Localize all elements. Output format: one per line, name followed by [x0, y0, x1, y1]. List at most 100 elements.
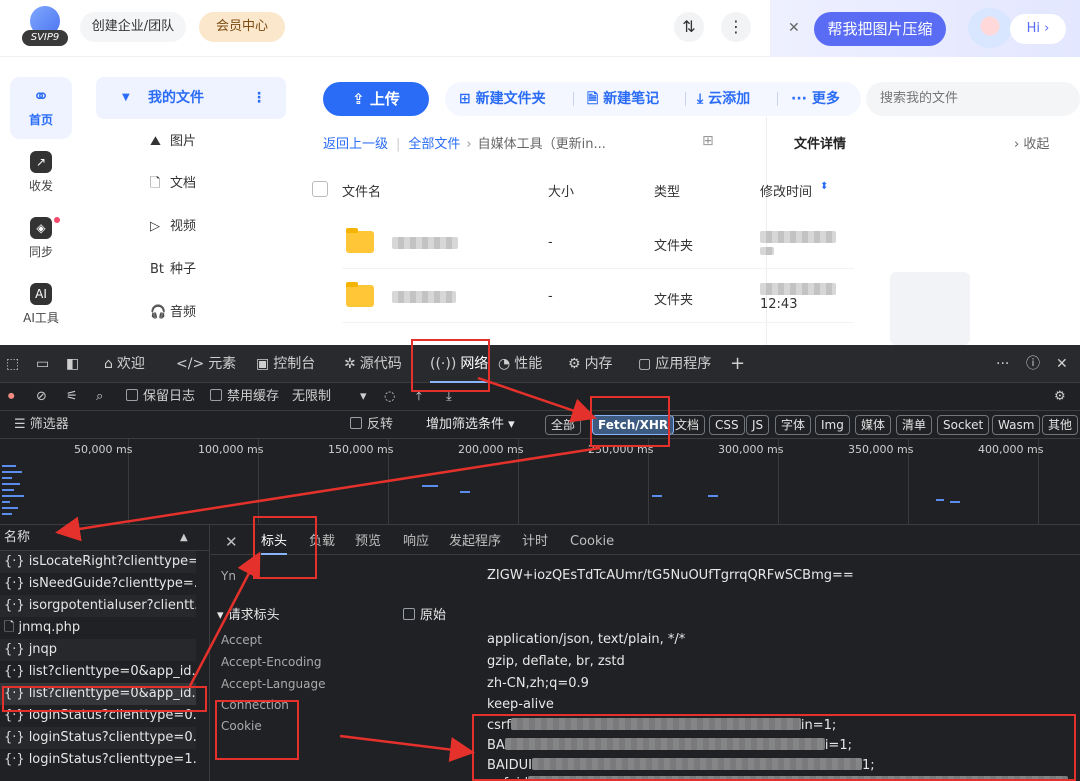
request-headers-section[interactable]: ▾ 请求标头 — [217, 604, 280, 623]
tab-sources[interactable]: ✲ 源代码 — [344, 345, 402, 383]
export-icon[interactable]: ⤓ — [446, 383, 452, 411]
request-row[interactable]: 🗋 jnmq.php — [0, 617, 196, 639]
request-row[interactable]: {·} jnqp — [0, 639, 196, 661]
close-icon[interactable]: ✕ — [788, 20, 800, 36]
tab-console[interactable]: ▣ 控制台 — [256, 345, 315, 383]
nav-transfer[interactable]: ↗ 收发 — [10, 143, 72, 205]
help-icon[interactable]: ⓘ — [1026, 345, 1040, 383]
tab-payload[interactable]: 负载 — [309, 525, 335, 555]
more-vert-icon[interactable]: ⋮ — [721, 12, 751, 42]
my-files-item[interactable]: ▼ 我的文件 ⋮ — [96, 77, 286, 119]
tab-cookie[interactable]: Cookie — [570, 525, 614, 555]
sort-icon[interactable]: ⬍ — [820, 181, 828, 192]
category-images[interactable]: ⛰ 图片 — [150, 132, 196, 152]
table-row[interactable]: - 文件夹 — [342, 217, 854, 269]
col-mtime[interactable]: 修改时间 — [760, 181, 812, 200]
new-note-button[interactable]: 🗎 新建笔记 — [587, 82, 659, 116]
request-row-selected[interactable]: {·} list?clienttype=0&app_id... — [0, 683, 196, 705]
request-list-header[interactable]: 名称 ▲ — [0, 525, 210, 551]
more-button[interactable]: ··· 更多 — [791, 82, 840, 116]
type-filter-all[interactable]: 全部 — [545, 415, 582, 435]
table-row[interactable]: - 文件夹 12:43 — [342, 271, 854, 323]
more-vert-icon[interactable]: ⋮ — [252, 77, 266, 119]
dock-icon[interactable]: ◧ — [66, 345, 79, 383]
tab-network[interactable]: ((·)) 网络 — [430, 345, 489, 383]
compress-image-button[interactable]: 帮我把图片压缩 — [814, 12, 946, 46]
disable-cache-checkbox[interactable]: 禁用缓存 — [210, 383, 279, 411]
tab-memory[interactable]: ⚙ 内存 — [568, 345, 613, 383]
all-files-link[interactable]: 全部文件 — [408, 137, 460, 152]
tab-headers[interactable]: 标头 — [261, 525, 288, 555]
nav-sync[interactable]: ◈ 同步 — [10, 209, 72, 271]
request-row[interactable]: {·} loginStatus?clienttype=1... — [0, 749, 196, 771]
hi-button[interactable]: Hi › — [1010, 14, 1066, 44]
record-icon[interactable]: ⏺ — [8, 383, 15, 411]
chevron-down-icon[interactable]: ▾ — [360, 383, 367, 411]
avatar[interactable]: SVIP9 — [22, 6, 68, 46]
more-horiz-icon[interactable]: ··· — [996, 345, 1009, 383]
tab-welcome[interactable]: ⌂ 欢迎 — [104, 345, 145, 383]
type-filter-other[interactable]: 其他 — [1042, 415, 1079, 435]
filter-toggle-icon[interactable]: ⚟ — [66, 383, 78, 411]
throttle-select[interactable]: 无限制 — [292, 383, 331, 411]
preserve-log-checkbox[interactable]: 保留日志 — [126, 383, 195, 411]
category-videos[interactable]: ▷ 视频 — [150, 217, 196, 237]
request-row[interactable]: {·} isorgpotentialuser?clientt... — [0, 595, 196, 617]
network-timeline[interactable]: 50,000 ms 100,000 ms 150,000 ms 200,000 … — [0, 439, 1080, 525]
col-name[interactable]: 文件名 — [342, 181, 381, 200]
tab-timing[interactable]: 计时 — [522, 525, 548, 555]
sort-icon[interactable]: ⇅ — [674, 12, 704, 42]
close-icon[interactable]: ✕ — [1056, 345, 1068, 383]
type-filter-font[interactable]: 字体 — [775, 415, 812, 435]
close-icon[interactable]: ✕ — [225, 525, 238, 555]
nav-ai-tools[interactable]: AI AI工具 — [10, 275, 72, 337]
grid-view-icon[interactable]: ⊞ — [702, 133, 714, 149]
new-folder-button[interactable]: ⊞ 新建文件夹 — [459, 82, 546, 116]
type-filter-manifest[interactable]: 清单 — [896, 415, 933, 435]
request-row[interactable]: {·} isNeedGuide?clienttype=... — [0, 573, 196, 595]
tab-performance[interactable]: ◔ 性能 — [498, 345, 542, 383]
upload-button[interactable]: ⇪ 上传 — [323, 82, 429, 116]
select-all-checkbox[interactable] — [312, 181, 328, 197]
nav-home[interactable]: ⚭ 首页 — [10, 77, 72, 139]
filter-input[interactable]: ☰ 筛选器 — [14, 411, 69, 439]
type-filter-media[interactable]: 媒体 — [855, 415, 892, 435]
type-filter-js[interactable]: JS — [746, 415, 770, 435]
collapse-button[interactable]: › 收起 — [1014, 133, 1049, 152]
clear-icon[interactable]: ⊘ — [36, 383, 47, 411]
request-row[interactable]: {·} isLocateRight?clienttype=... — [0, 551, 196, 573]
tab-response[interactable]: 响应 — [403, 525, 429, 555]
tab-initiator[interactable]: 发起程序 — [449, 525, 501, 555]
raw-checkbox[interactable]: 原始 — [403, 604, 446, 623]
type-filter-css[interactable]: CSS — [709, 415, 745, 435]
type-filter-wasm[interactable]: Wasm — [992, 415, 1041, 435]
category-audio[interactable]: 🎧 音频 — [150, 303, 196, 323]
tab-preview[interactable]: 预览 — [355, 525, 381, 555]
tab-application[interactable]: ▢ 应用程序 — [638, 345, 711, 383]
search-icon[interactable]: ⌕ — [96, 383, 103, 411]
category-docs[interactable]: 🗋 文档 — [150, 174, 196, 194]
search-input[interactable] — [866, 82, 1080, 116]
sort-icon[interactable]: ▲ — [180, 525, 188, 551]
tab-elements[interactable]: </> 元素 — [176, 345, 236, 383]
col-type[interactable]: 类型 — [654, 181, 680, 200]
more-filters-dropdown[interactable]: 增加筛选条件 ▾ — [426, 411, 515, 439]
back-link[interactable]: 返回上一级 — [323, 137, 388, 152]
import-icon[interactable]: ⤒ — [416, 383, 422, 411]
inspect-element-icon[interactable]: ⬚ — [6, 345, 19, 383]
request-row[interactable]: {·} list?clienttype=0&app_id... — [0, 661, 196, 683]
vip-center-button[interactable]: 会员中心 — [199, 12, 285, 42]
gear-icon[interactable]: ⚙ — [1054, 383, 1066, 411]
type-filter-socket[interactable]: Socket — [937, 415, 990, 435]
device-toggle-icon[interactable]: ▭ — [36, 345, 49, 383]
assistant-avatar[interactable] — [968, 8, 1012, 48]
network-conditions-icon[interactable]: ◌ — [384, 383, 395, 411]
type-filter-doc[interactable]: 文档 — [669, 415, 706, 435]
col-size[interactable]: 大小 — [548, 181, 574, 200]
invert-checkbox[interactable]: 反转 — [350, 411, 393, 439]
type-filter-fetch-xhr[interactable]: Fetch/XHR — [592, 415, 675, 435]
create-team-button[interactable]: 创建企业/团队 — [80, 12, 186, 42]
type-filter-img[interactable]: Img — [815, 415, 850, 435]
cloud-add-button[interactable]: ⤓ 云添加 — [697, 82, 750, 116]
request-row[interactable]: {·} loginStatus?clienttype=0... — [0, 705, 196, 727]
